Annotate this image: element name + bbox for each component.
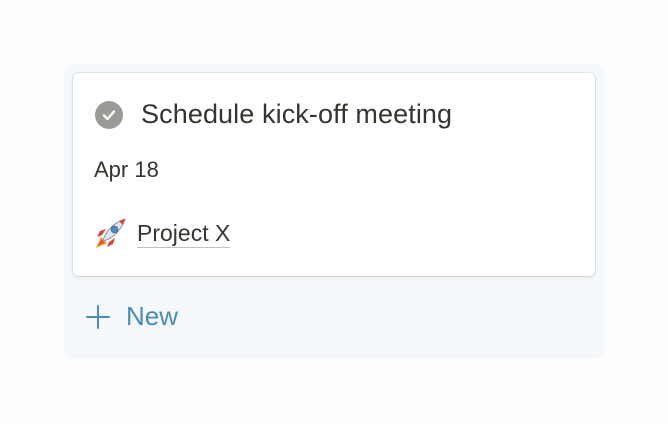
new-button-label: New	[126, 301, 179, 331]
card-title-row: Schedule kick-off meeting	[95, 99, 452, 130]
card-date: Apr 18	[94, 157, 159, 182]
board-column: Schedule kick-off meeting Apr 18 Project…	[64, 64, 604, 359]
new-button[interactable]: New	[86, 301, 178, 332]
card-title: Schedule kick-off meeting	[141, 99, 453, 129]
relation-label: Project X	[137, 220, 231, 248]
task-card[interactable]: Schedule kick-off meeting Apr 18 Project…	[73, 73, 595, 276]
rocket-icon	[91, 215, 129, 253]
plus-icon	[86, 304, 110, 329]
project-relation-link[interactable]: Project X	[91, 215, 231, 253]
check-circle-icon[interactable]	[95, 100, 123, 129]
